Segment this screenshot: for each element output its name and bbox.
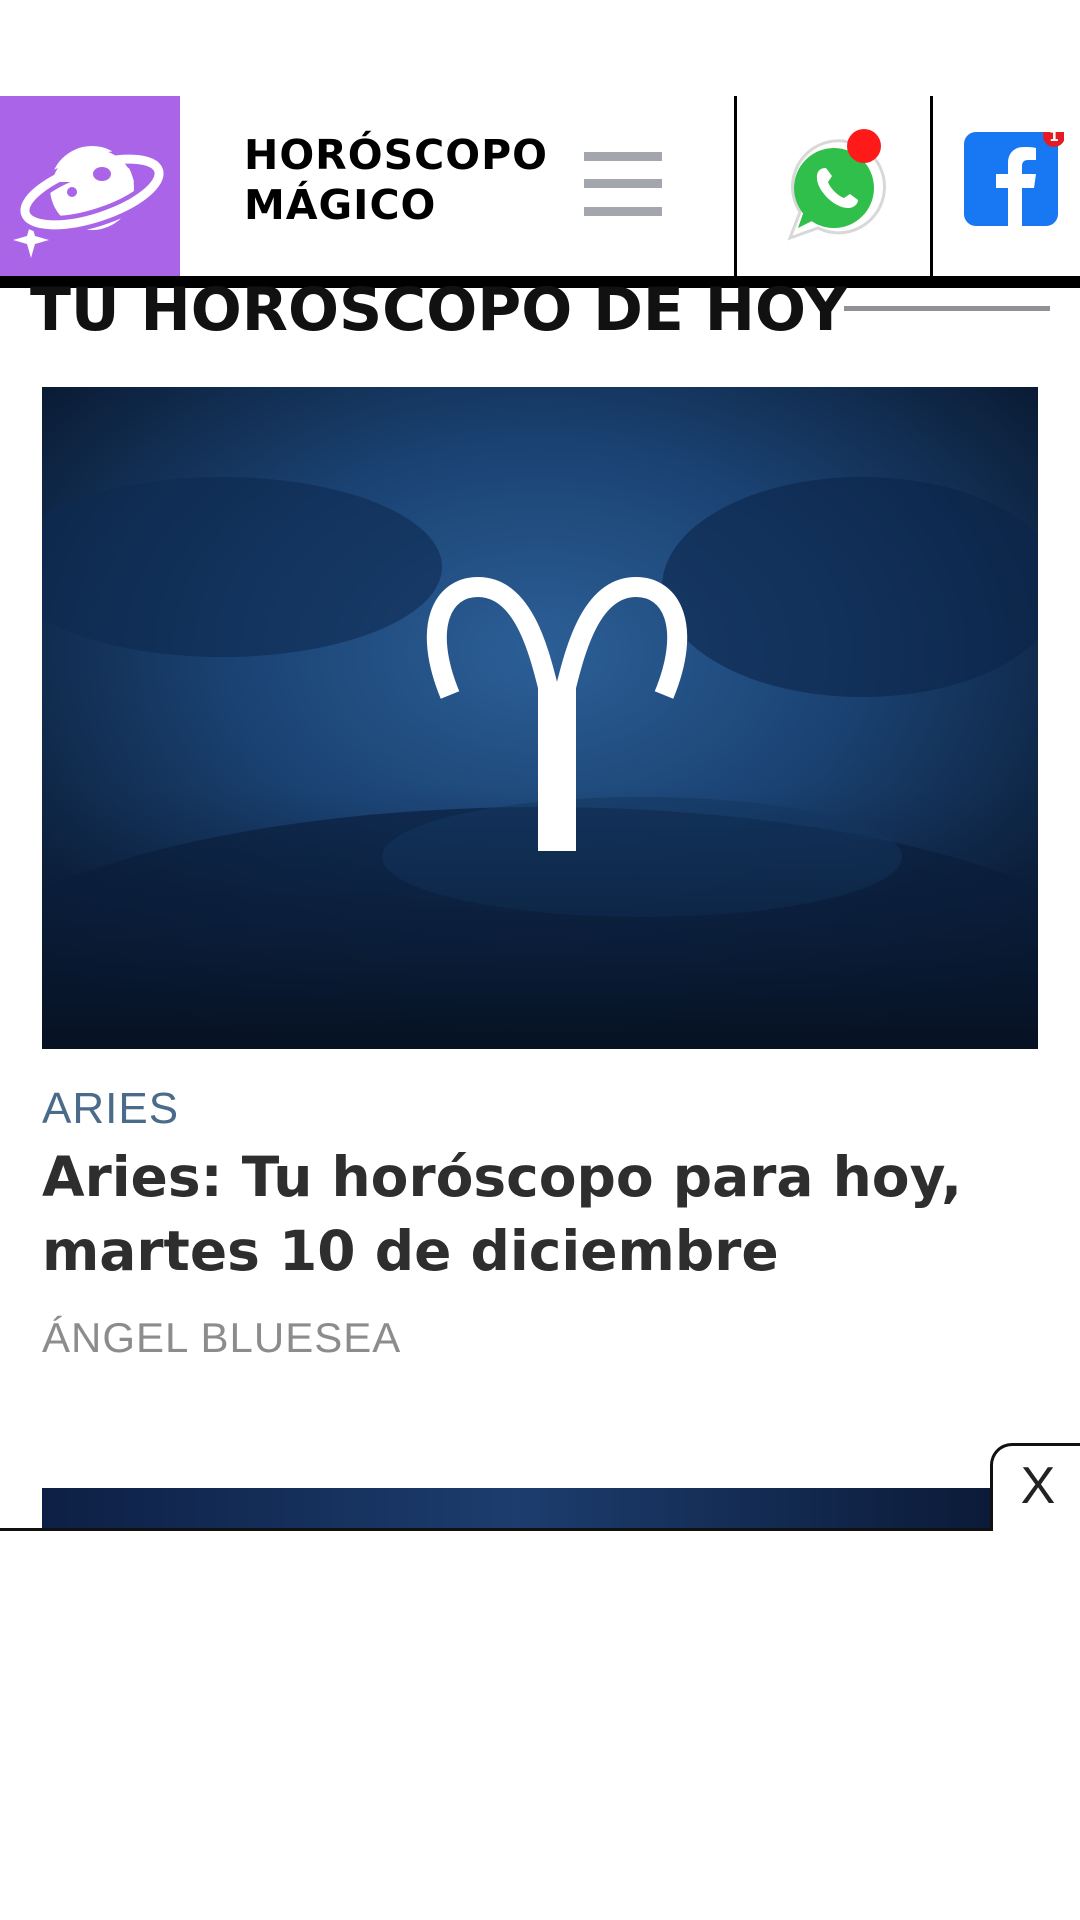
header-divider <box>930 96 933 276</box>
article-headline[interactable]: Aries: Tu horóscopo para hoy, martes 10 … <box>42 1140 1022 1288</box>
article-image[interactable] <box>42 387 1038 1049</box>
article-category[interactable]: ARIES <box>42 1082 179 1136</box>
facebook-button[interactable]: 1 <box>964 125 1065 232</box>
site-header: HORÓSCOPO MÁGICO 1 <box>0 96 1080 276</box>
section-title-rule <box>844 306 1050 311</box>
ad-overlay-border <box>0 1528 992 1531</box>
site-title-line1: HORÓSCOPO <box>244 131 548 179</box>
facebook-badge: 1 <box>1049 132 1059 145</box>
aries-symbol-image <box>42 387 1038 1049</box>
section-title: TU HOROSCOPO DE HOY <box>30 275 848 345</box>
site-title-line2: MÁGICO <box>244 181 437 229</box>
menu-bar <box>584 152 662 161</box>
menu-bar <box>584 179 662 188</box>
close-label: X <box>1020 1457 1056 1515</box>
menu-bar <box>584 207 662 216</box>
header-divider <box>734 96 737 276</box>
site-title[interactable]: HORÓSCOPO MÁGICO <box>244 130 548 230</box>
article-author[interactable]: ÁNGEL BLUESEA <box>42 1312 401 1364</box>
site-logo[interactable] <box>0 96 180 276</box>
close-ad-button[interactable]: X <box>990 1443 1080 1531</box>
planet-icon <box>13 146 169 258</box>
facebook-icon: 1 <box>964 125 1065 226</box>
menu-button[interactable] <box>584 152 662 216</box>
whatsapp-icon <box>787 129 886 241</box>
next-article-image[interactable] <box>42 1488 992 1530</box>
whatsapp-button[interactable] <box>772 128 892 248</box>
